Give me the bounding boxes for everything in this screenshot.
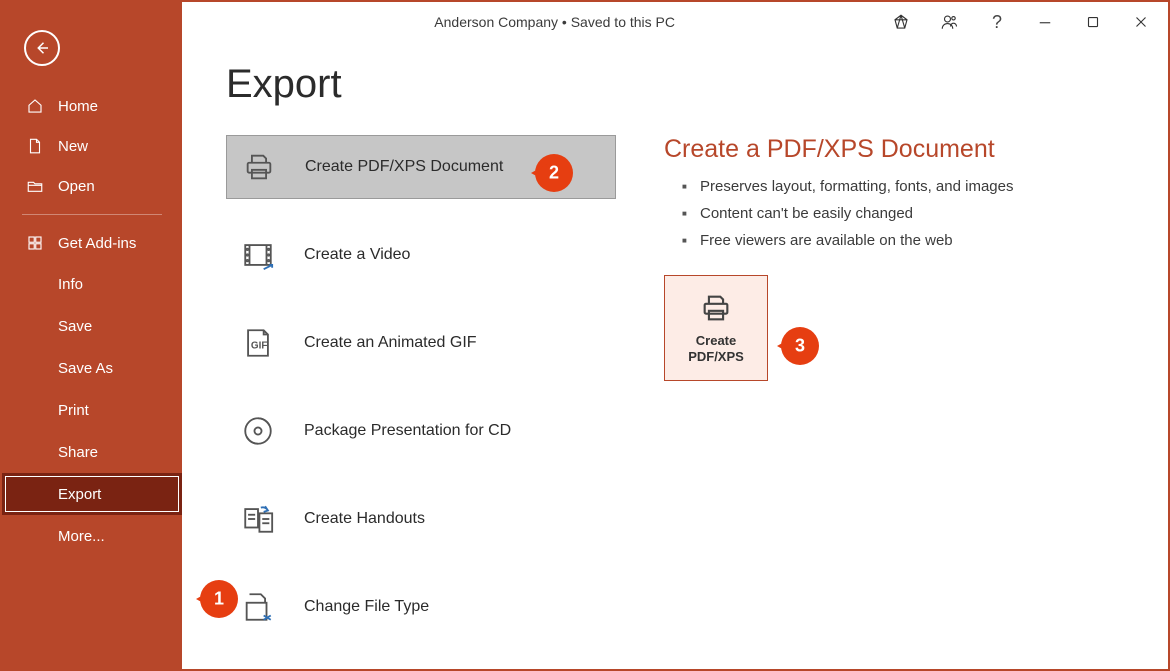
- account-icon[interactable]: [934, 7, 964, 37]
- detail-heading: Create a PDF/XPS Document: [664, 135, 1128, 164]
- sidebar-item-save[interactable]: Save: [2, 305, 182, 347]
- help-button[interactable]: ?: [982, 7, 1012, 37]
- sidebar-label: Home: [58, 98, 98, 115]
- minimize-button[interactable]: [1030, 7, 1060, 37]
- svg-text:GIF: GIF: [251, 341, 268, 352]
- page-title: Export: [226, 62, 1128, 107]
- back-button[interactable]: [24, 30, 60, 66]
- sidebar-label: Share: [58, 444, 98, 461]
- export-option-filetype[interactable]: Change File Type: [226, 575, 616, 639]
- detail-bullets: Preserves layout, formatting, fonts, and…: [664, 178, 1128, 249]
- sidebar-item-addins[interactable]: Get Add-ins: [2, 223, 182, 263]
- sidebar-separator: [22, 214, 162, 215]
- gif-icon: GIF: [238, 323, 278, 363]
- sidebar-item-open[interactable]: Open: [2, 166, 182, 206]
- title-bar: Anderson Company • Saved to this PC ?: [182, 2, 1168, 42]
- sidebar-label: New: [58, 138, 88, 155]
- sidebar-item-new[interactable]: New: [2, 126, 182, 166]
- window-controls: ?: [886, 7, 1168, 37]
- sidebar-item-export[interactable]: Export: [2, 473, 182, 515]
- sidebar-item-more[interactable]: More...: [2, 515, 182, 557]
- video-icon: [238, 235, 278, 275]
- export-options-list: Create PDF/XPS Document Create a Video G…: [226, 135, 616, 639]
- bullet-item: Content can't be easily changed: [682, 205, 1128, 222]
- sidebar-label: Export: [58, 486, 101, 503]
- bullet-item: Free viewers are available on the web: [682, 232, 1128, 249]
- callout-1: 1: [200, 580, 238, 618]
- export-option-label: Create PDF/XPS Document: [305, 158, 503, 176]
- export-option-handouts[interactable]: Create Handouts: [226, 487, 616, 551]
- export-option-label: Create an Animated GIF: [304, 334, 477, 352]
- printer-icon: [699, 291, 733, 325]
- document-title: Anderson Company • Saved to this PC: [434, 14, 675, 30]
- sidebar-label: Info: [58, 276, 83, 293]
- printer-icon: [239, 147, 279, 187]
- close-button[interactable]: [1126, 7, 1156, 37]
- sidebar-item-share[interactable]: Share: [2, 431, 182, 473]
- export-page: Export Create PDF/XPS Document Create a …: [182, 42, 1168, 669]
- backstage-sidebar: Home New Open Get Add-ins Info Save Save…: [2, 2, 182, 669]
- filetype-icon: [238, 587, 278, 627]
- sidebar-label: Print: [58, 402, 89, 419]
- sidebar-item-print[interactable]: Print: [2, 389, 182, 431]
- export-option-label: Create Handouts: [304, 510, 425, 528]
- export-option-label: Change File Type: [304, 598, 429, 616]
- sidebar-label: Open: [58, 178, 95, 195]
- export-option-video[interactable]: Create a Video: [226, 223, 616, 287]
- create-pdfxps-button[interactable]: Create PDF/XPS: [664, 275, 768, 381]
- callout-3: 3: [781, 327, 819, 365]
- sidebar-label: Save As: [58, 360, 113, 377]
- sidebar-label: More...: [58, 528, 105, 545]
- export-option-label: Create a Video: [304, 246, 410, 264]
- sidebar-item-info[interactable]: Info: [2, 263, 182, 305]
- maximize-button[interactable]: [1078, 7, 1108, 37]
- export-option-package[interactable]: Package Presentation for CD: [226, 399, 616, 463]
- handouts-icon: [238, 499, 278, 539]
- create-button-label: Create PDF/XPS: [688, 333, 744, 364]
- callout-2: 2: [535, 154, 573, 192]
- export-layout: Create PDF/XPS Document Create a Video G…: [226, 135, 1128, 639]
- sidebar-item-saveas[interactable]: Save As: [2, 347, 182, 389]
- sidebar-label: Get Add-ins: [58, 235, 136, 252]
- export-detail-pane: Create a PDF/XPS Document Preserves layo…: [664, 135, 1128, 639]
- sidebar-label: Save: [58, 318, 92, 335]
- premium-icon[interactable]: [886, 7, 916, 37]
- export-option-gif[interactable]: GIF Create an Animated GIF: [226, 311, 616, 375]
- cd-icon: [238, 411, 278, 451]
- bullet-item: Preserves layout, formatting, fonts, and…: [682, 178, 1128, 195]
- sidebar-item-home[interactable]: Home: [2, 86, 182, 126]
- export-option-label: Package Presentation for CD: [304, 422, 511, 440]
